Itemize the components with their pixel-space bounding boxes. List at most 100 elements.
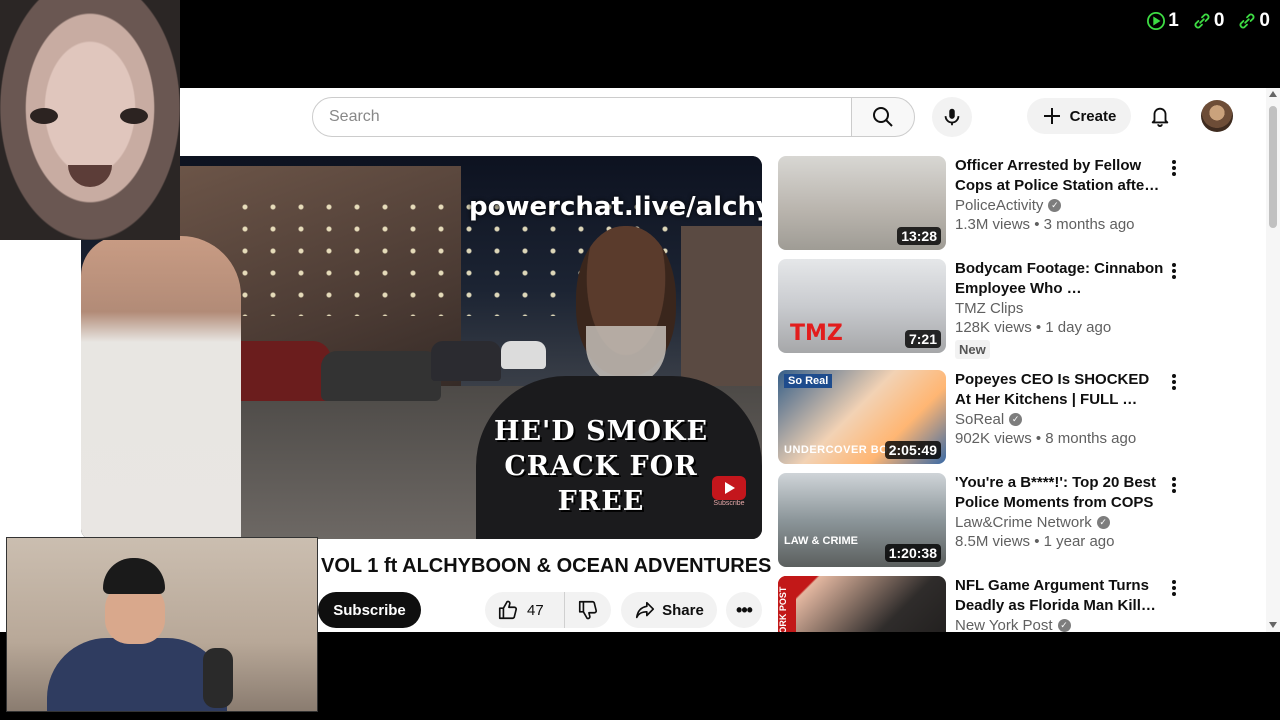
recommendation-info: Bodycam Footage: Cinnabon Employee Who …… xyxy=(955,259,1167,359)
channel-name[interactable]: PoliceActivity xyxy=(955,197,1043,214)
lawcrime-logo: LAW & CRIME xyxy=(784,535,858,547)
like-count: 47 xyxy=(527,601,544,619)
kebab-menu-icon[interactable] xyxy=(1170,578,1178,598)
webcam-robe xyxy=(47,638,227,711)
share-label: Share xyxy=(662,601,704,619)
watermark-label: Subscribe xyxy=(713,500,745,507)
recommendation-title[interactable]: 'You're a B****!': Top 20 Best Police Mo… xyxy=(955,473,1167,513)
video-scene-car xyxy=(321,351,441,401)
video-player[interactable]: powerchat.live/alchy HE'D SMOKE CRACK FO… xyxy=(81,156,762,539)
recommendation-item[interactable]: So Real UNDERCOVER BOS 2:05:49 Popeyes C… xyxy=(778,370,1188,468)
video-overlay-url: powerchat.live/alchy xyxy=(469,192,762,222)
recommendation-info: Officer Arrested by Fellow Cops at Polic… xyxy=(955,156,1167,233)
kebab-menu-icon[interactable] xyxy=(1170,158,1178,178)
video-overlay-caption: HE'D SMOKE CRACK FOR FREE xyxy=(493,416,709,517)
channel-name[interactable]: SoReal xyxy=(955,411,1004,428)
video-duration: 2:05:49 xyxy=(884,441,941,459)
recommendation-title[interactable]: Bodycam Footage: Cinnabon Employee Who … xyxy=(955,259,1167,299)
search-icon xyxy=(873,107,893,127)
recommendation-channel[interactable]: SoReal ✓ xyxy=(955,411,1167,428)
youtube-logo-icon xyxy=(712,476,746,500)
subscribe-button[interactable]: Subscribe xyxy=(318,592,421,628)
tmz-logo: TMZ xyxy=(790,321,843,346)
page-scrollbar[interactable] xyxy=(1266,88,1280,632)
bell-icon xyxy=(1151,107,1169,127)
link-icon xyxy=(1239,13,1255,29)
channel-name[interactable]: Law&Crime Network xyxy=(955,514,1092,531)
link-icon xyxy=(1194,13,1210,29)
recommendation-title[interactable]: Popeyes CEO Is SHOCKED At Her Kitchens |… xyxy=(955,370,1167,410)
stream-screen: 1 0 0 Create xyxy=(0,0,1280,720)
verified-check-icon: ✓ xyxy=(1096,516,1110,529)
video-duration: 1:20:38 xyxy=(884,544,941,562)
microphone-icon xyxy=(944,108,960,126)
recommendation-title[interactable]: Officer Arrested by Fellow Cops at Polic… xyxy=(955,156,1167,196)
plus-icon xyxy=(1043,108,1060,124)
verified-check-icon: ✓ xyxy=(1009,413,1023,426)
recommendation-item[interactable]: TMZ 7:21 Bodycam Footage: Cinnabon Emplo… xyxy=(778,259,1188,359)
recommendation-channel[interactable]: PoliceActivity ✓ xyxy=(955,197,1167,214)
channel-name[interactable]: New York Post xyxy=(955,617,1053,632)
new-badge: New xyxy=(955,340,990,359)
create-button[interactable]: Create xyxy=(1027,98,1131,134)
like-button[interactable]: 47 xyxy=(485,592,565,628)
webcam-eye xyxy=(30,108,58,124)
recommendation-thumbnail[interactable]: LAW & CRIME 1:20:38 xyxy=(778,473,946,567)
recommendation-item[interactable]: LAW & CRIME 1:20:38 'You're a B****!': T… xyxy=(778,473,1188,571)
create-label: Create xyxy=(1069,107,1117,125)
masthead: Create xyxy=(180,88,1266,144)
voice-search-button[interactable] xyxy=(932,97,972,137)
channel-name[interactable]: TMZ Clips xyxy=(955,300,1023,317)
account-avatar[interactable] xyxy=(1201,100,1233,132)
share-button[interactable]: Share xyxy=(621,592,717,628)
more-dots-icon: ••• xyxy=(736,599,753,620)
verified-check-icon: ✓ xyxy=(1057,619,1071,632)
search-input[interactable] xyxy=(329,108,851,126)
webcam-eye xyxy=(120,108,148,124)
recommendation-title[interactable]: NFL Game Argument Turns Deadly as Florid… xyxy=(955,576,1167,616)
kebab-menu-icon[interactable] xyxy=(1170,261,1178,281)
webcam-cap xyxy=(103,558,165,594)
recommendation-meta: 128K views • 1 day ago xyxy=(955,319,1112,336)
kebab-menu-icon[interactable] xyxy=(1170,475,1178,495)
video-duration: 13:28 xyxy=(897,227,941,245)
recommendation-thumbnail[interactable]: TMZ 7:21 xyxy=(778,259,946,353)
search-box[interactable] xyxy=(312,97,852,137)
recommendation-channel[interactable]: New York Post ✓ xyxy=(955,617,1167,632)
kebab-menu-icon[interactable] xyxy=(1170,372,1178,392)
link-counter-2: 0 xyxy=(1238,10,1270,32)
link-count-1: 0 xyxy=(1213,10,1225,31)
play-icon xyxy=(1147,12,1166,30)
recommendation-meta: 902K views • 8 months ago xyxy=(955,430,1137,447)
recommendation-thumbnail[interactable]: 13:28 xyxy=(778,156,946,250)
search-button[interactable] xyxy=(851,97,915,137)
scrollbar-thumb[interactable] xyxy=(1269,106,1277,228)
like-dislike-group: 47 xyxy=(485,592,611,628)
nypost-logo: NEW YORK POST xyxy=(778,576,796,632)
recommendation-item[interactable]: 13:28 Officer Arrested by Fellow Cops at… xyxy=(778,156,1188,254)
viewer-count: 1 xyxy=(1168,10,1179,31)
video-title: VOL 1 ft ALCHYBOON & OCEAN ADVENTURES xyxy=(321,555,772,577)
recommendation-thumbnail[interactable]: So Real UNDERCOVER BOS 2:05:49 xyxy=(778,370,946,464)
scroll-up-arrow-icon[interactable] xyxy=(1269,91,1277,97)
recommendation-info: Popeyes CEO Is SHOCKED At Her Kitchens |… xyxy=(955,370,1167,447)
share-icon xyxy=(636,601,655,619)
notifications-button[interactable] xyxy=(1142,98,1178,134)
scroll-down-arrow-icon[interactable] xyxy=(1269,622,1277,628)
video-scene-person-left xyxy=(81,236,241,539)
webcam-overlay-bottom xyxy=(6,537,318,712)
thumbnail-text: UNDERCOVER BOS xyxy=(784,444,897,456)
more-actions-button[interactable]: ••• xyxy=(726,592,762,628)
webcam-mouth xyxy=(68,165,112,187)
recommendation-info: 'You're a B****!': Top 20 Best Police Mo… xyxy=(955,473,1167,550)
video-subscribe-watermark[interactable]: Subscribe xyxy=(709,476,749,512)
viewer-counter: 1 xyxy=(1147,10,1179,32)
dislike-button[interactable] xyxy=(565,592,611,628)
recommendation-thumbnail[interactable]: NEW YORK POST xyxy=(778,576,946,632)
thumbs-down-icon xyxy=(578,600,598,620)
recommendation-item[interactable]: NEW YORK POST NFL Game Argument Turns De… xyxy=(778,576,1188,632)
thumbs-up-icon xyxy=(498,600,518,620)
recommendation-channel[interactable]: Law&Crime Network ✓ xyxy=(955,514,1167,531)
stream-counters: 1 0 0 xyxy=(1147,10,1270,32)
recommendation-channel[interactable]: TMZ Clips xyxy=(955,300,1167,317)
